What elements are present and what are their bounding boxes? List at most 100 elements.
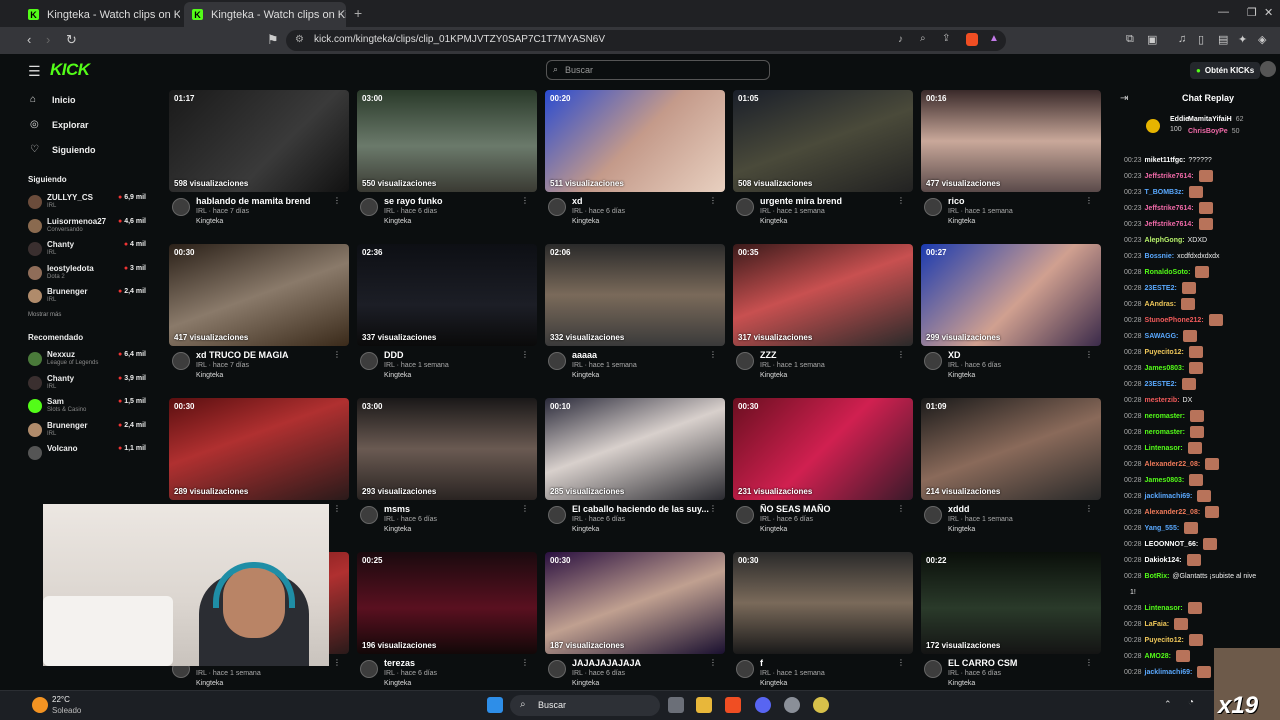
clip-thumbnail[interactable]: 01:09 214 visualizaciones <box>921 398 1101 500</box>
task-view-icon[interactable] <box>668 697 684 713</box>
more-options-icon[interactable]: ⋮ <box>1085 504 1093 513</box>
clip-title[interactable]: ZZZ <box>760 350 900 360</box>
message-user[interactable]: James0803: <box>1145 365 1185 372</box>
streamer-avatar[interactable] <box>548 352 566 370</box>
message-user[interactable]: miket11tfgc: <box>1145 157 1186 164</box>
show-more-link[interactable]: Mostrar más <box>28 312 61 318</box>
message-user[interactable]: mesterzib: <box>1145 397 1180 404</box>
more-options-icon[interactable]: ⋮ <box>333 658 341 667</box>
clip-streamer[interactable]: Kingteka <box>760 680 787 687</box>
settings-icon[interactable] <box>784 697 800 713</box>
clip-thumbnail[interactable]: 02:36 337 visualizaciones <box>357 244 537 346</box>
more-options-icon[interactable]: ⋮ <box>333 350 341 359</box>
streamer-avatar[interactable] <box>548 198 566 216</box>
more-options-icon[interactable]: ⋮ <box>709 196 717 205</box>
clip-streamer[interactable]: Kingteka <box>384 526 411 533</box>
more-options-icon[interactable]: ⋮ <box>333 504 341 513</box>
message-user[interactable]: neromaster: <box>1145 429 1185 436</box>
clip-title[interactable]: xd TRUCO DE MAGIA <box>196 350 336 360</box>
vpn-icon[interactable]: ◈ <box>1258 33 1266 46</box>
sidebar-channel[interactable]: leostyledota Dota 2 ● 3 mil <box>28 262 146 284</box>
message-user[interactable]: Alexander22_08: <box>1145 509 1201 516</box>
clip-streamer[interactable]: Kingteka <box>196 218 223 225</box>
clip-title[interactable]: xddd <box>948 504 1088 514</box>
clip-streamer[interactable]: Kingteka <box>948 526 975 533</box>
sidebar-channel[interactable]: Sam Slots & Casino ● 1,5 mil <box>28 395 146 417</box>
clip-streamer[interactable]: Kingteka <box>760 372 787 379</box>
extensions-icon[interactable]: ⧉ <box>1126 33 1134 46</box>
user-avatar[interactable] <box>1260 61 1276 77</box>
collapse-chat-icon[interactable]: ⇥ <box>1120 93 1128 104</box>
clip-title[interactable]: El caballo haciendo de las suy... <box>572 504 712 514</box>
more-options-icon[interactable]: ⋮ <box>897 504 905 513</box>
sidebar-channel[interactable]: Luisormenoa27 Conversando ● 4,6 mil <box>28 215 146 237</box>
clip-title[interactable]: xd <box>572 196 712 206</box>
message-user[interactable]: jacklimachi69: <box>1145 493 1193 500</box>
clip-streamer[interactable]: Kingteka <box>384 218 411 225</box>
more-options-icon[interactable]: ⋮ <box>521 504 529 513</box>
sidebar-channel[interactable]: Nexxuz League of Legends ● 6,4 mil <box>28 348 146 370</box>
clip-title[interactable]: EL CARRO CSM <box>948 658 1088 668</box>
message-user[interactable]: Yang_555: <box>1145 525 1180 532</box>
clip-thumbnail[interactable]: 00:16 477 visualizaciones <box>921 90 1101 192</box>
clip-thumbnail[interactable]: 00:30 187 visualizaciones <box>545 552 725 654</box>
message-user[interactable]: LaFaia: <box>1145 621 1170 628</box>
clip-thumbnail[interactable]: 00:10 285 visualizaciones <box>545 398 725 500</box>
clip-title[interactable]: se rayo funko <box>384 196 524 206</box>
clip-title[interactable]: JAJAJAJAJAJA <box>572 658 712 668</box>
clip-streamer[interactable]: Kingteka <box>760 526 787 533</box>
message-user[interactable]: James0803: <box>1145 477 1185 484</box>
zoom-icon[interactable]: ⌕ <box>920 33 926 44</box>
streamer-avatar[interactable] <box>924 506 942 524</box>
clip-card[interactable]: 03:00 550 visualizaciones se rayo funko IRL… <box>357 90 537 240</box>
streamer-avatar[interactable] <box>924 198 942 216</box>
streamer-avatar[interactable] <box>360 506 378 524</box>
clip-title[interactable]: aaaaa <box>572 350 712 360</box>
weather-temperature[interactable]: 22°C <box>52 695 70 704</box>
message-user[interactable]: Dakiok124: <box>1145 557 1182 564</box>
network-icon[interactable]: ◔ <box>1188 697 1194 708</box>
streamer-avatar[interactable] <box>548 660 566 678</box>
clip-title[interactable]: rico <box>948 196 1088 206</box>
clip-thumbnail[interactable]: 00:30 289 visualizaciones <box>169 398 349 500</box>
more-options-icon[interactable]: ⋮ <box>897 350 905 359</box>
clip-streamer[interactable]: Kingteka <box>760 218 787 225</box>
sidebar-channel[interactable]: Chanty IRL ● 3,9 mil <box>28 372 146 394</box>
clip-streamer[interactable]: Kingteka <box>384 680 411 687</box>
clip-card[interactable]: 03:00 293 visualizaciones msms IRL · hace 6… <box>357 398 537 548</box>
message-user[interactable]: AMO28: <box>1145 653 1171 660</box>
message-user[interactable]: RonaldoSoto: <box>1145 269 1191 276</box>
streamer-avatar[interactable] <box>736 506 754 524</box>
message-user[interactable]: LEOONNOT_66: <box>1145 541 1199 548</box>
more-options-icon[interactable]: ⋮ <box>709 658 717 667</box>
message-user[interactable]: StunoePhone212: <box>1145 317 1204 324</box>
clip-card[interactable]: 00:30 231 visualizaciones ÑO SEAS MAÑO IRL … <box>733 398 913 548</box>
clip-title[interactable]: hablando de mamita brend <box>196 196 336 206</box>
more-options-icon[interactable]: ⋮ <box>1085 658 1093 667</box>
more-options-icon[interactable]: ⋮ <box>709 350 717 359</box>
more-options-icon[interactable]: ⋮ <box>709 504 717 513</box>
clip-card[interactable]: 02:36 337 visualizaciones DDD IRL · hace 1 … <box>357 244 537 394</box>
maximize-icon[interactable]: ❐ <box>1247 6 1257 19</box>
sidebar-toggle-icon[interactable]: ▯ <box>1198 33 1204 46</box>
clip-streamer[interactable]: Kingteka <box>948 372 975 379</box>
nav-inicio[interactable]: ⌂ Inicio <box>30 94 76 105</box>
clip-thumbnail[interactable]: 00:30 231 visualizaciones <box>733 398 913 500</box>
streamer-avatar[interactable] <box>360 198 378 216</box>
weather-condition[interactable]: Soleado <box>52 706 81 715</box>
clip-card[interactable]: 01:09 214 visualizaciones xddd IRL · hace 1… <box>921 398 1101 548</box>
clip-thumbnail[interactable]: 01:05 508 visualizaciones <box>733 90 913 192</box>
close-window-icon[interactable]: ✕ <box>1264 6 1273 19</box>
browser-tab[interactable]: K Kingteka - Watch clips on Kick <box>20 2 180 27</box>
clip-thumbnail[interactable]: 00:20 511 visualizaciones <box>545 90 725 192</box>
clip-streamer[interactable]: Kingteka <box>196 372 223 379</box>
clip-card[interactable]: 00:10 285 visualizaciones El caballo hacie… <box>545 398 725 548</box>
discord-icon[interactable] <box>755 697 771 713</box>
clip-streamer[interactable]: Kingteka <box>572 526 599 533</box>
clip-streamer[interactable]: Kingteka <box>948 218 975 225</box>
sidebar-channel[interactable]: Brunenger IRL ● 2,4 mil <box>28 419 146 441</box>
leo-ai-icon[interactable]: ✦ <box>1238 33 1247 46</box>
clip-card[interactable]: 00:30 187 visualizaciones JAJAJAJAJAJA IRL … <box>545 552 725 702</box>
file-explorer-icon[interactable] <box>696 697 712 713</box>
more-options-icon[interactable]: ⋮ <box>521 658 529 667</box>
